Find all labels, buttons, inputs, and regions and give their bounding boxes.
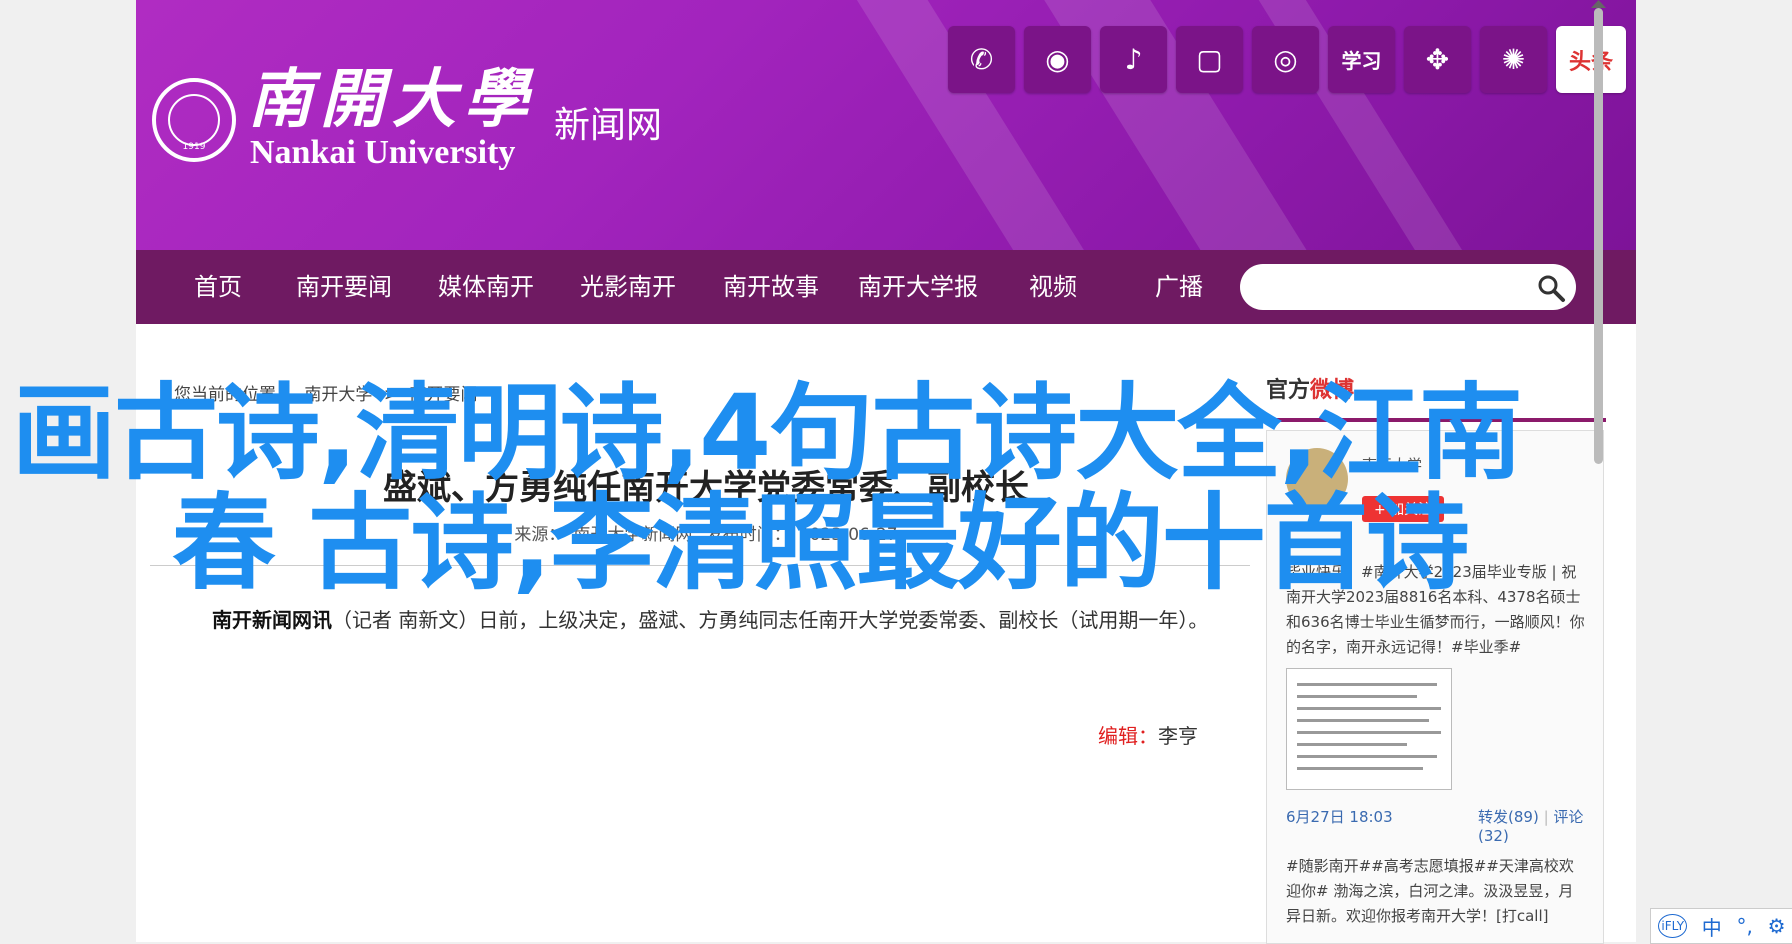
university-seal-logo[interactable]: 1919 [152, 78, 236, 162]
university-name-english[interactable]: Nankai University [250, 134, 515, 172]
scrollbar-thumb[interactable] [1594, 8, 1603, 464]
ime-brand-icon[interactable]: iFLY [1658, 914, 1688, 938]
bilibili-icon[interactable]: ▢ [1176, 26, 1243, 93]
douyin-icon[interactable]: ♪ [1100, 26, 1167, 93]
article-body-lead: 南开新闻网讯 [212, 608, 332, 632]
overlay-line-2: 春 古诗,李清照最好的十首诗 [172, 482, 1470, 604]
ime-settings-icon[interactable]: ⚙ [1768, 914, 1786, 938]
editor-name: 李亨 [1158, 724, 1198, 748]
kuaishou-icon[interactable]: ◎ [1252, 26, 1319, 93]
overlay-line-1: 画古诗,清明诗,4句古诗大全,江南 [12, 372, 1523, 494]
search-input[interactable] [1260, 274, 1534, 302]
nav-item-home[interactable]: 首页 [194, 250, 242, 324]
ime-punct-toggle[interactable]: °, [1737, 914, 1753, 938]
nav-item-radio[interactable]: 广播 [1155, 250, 1203, 324]
weibo-icon[interactable]: ◉ [1024, 26, 1091, 93]
nav-item-newspaper[interactable]: 南开大学报 [858, 250, 978, 324]
article-body-text: （记者 南新文）日前，上级决定，盛斌、方勇纯同志任南开大学党委常委、副校长（试用… [332, 608, 1209, 632]
ime-toolbar: iFLY 中 °, ⚙ [1650, 908, 1792, 944]
editor-label: 编辑： [1098, 724, 1158, 748]
nav-item-media[interactable]: 媒体南开 [438, 250, 534, 324]
ime-mode-toggle[interactable]: 中 [1702, 912, 1722, 941]
search-icon[interactable] [1536, 273, 1566, 303]
app-icon[interactable]: ✥ [1404, 26, 1471, 93]
nav-item-stories[interactable]: 南开故事 [723, 250, 819, 324]
nav-item-photo[interactable]: 光影南开 [580, 250, 676, 324]
weibo-post-image[interactable] [1286, 668, 1452, 790]
nav-item-news[interactable]: 南开要闻 [296, 250, 392, 324]
header-banner: 1919 南開大學 Nankai University 新闻网 ✆ ◉ ♪ ▢ … [136, 0, 1636, 250]
overlay-headline: 画古诗,清明诗,4句古诗大全,江南 春 古诗,李清照最好的十首诗 [12, 378, 1552, 598]
dandelion-icon[interactable]: ✺ [1480, 26, 1547, 93]
site-name[interactable]: 新闻网 [554, 96, 662, 148]
xuexi-icon[interactable]: 学习 [1328, 26, 1395, 93]
article-body: 南开新闻网讯（记者 南新文）日前，上级决定，盛斌、方勇纯同志任南开大学党委常委、… [212, 604, 1272, 633]
social-links: ✆ ◉ ♪ ▢ ◎ 学习 ✥ ✺ 头条 [948, 26, 1626, 93]
wechat-icon[interactable]: ✆ [948, 26, 1015, 93]
scroll-up-icon[interactable] [1591, 0, 1606, 8]
search-box [1240, 264, 1576, 310]
nav-item-video[interactable]: 视频 [1029, 250, 1077, 324]
university-name-calligraphy[interactable]: 南開大學 [248, 48, 536, 140]
article-editor: 编辑：李亨 [1098, 720, 1198, 749]
toutiao-icon[interactable]: 头条 [1556, 26, 1626, 93]
